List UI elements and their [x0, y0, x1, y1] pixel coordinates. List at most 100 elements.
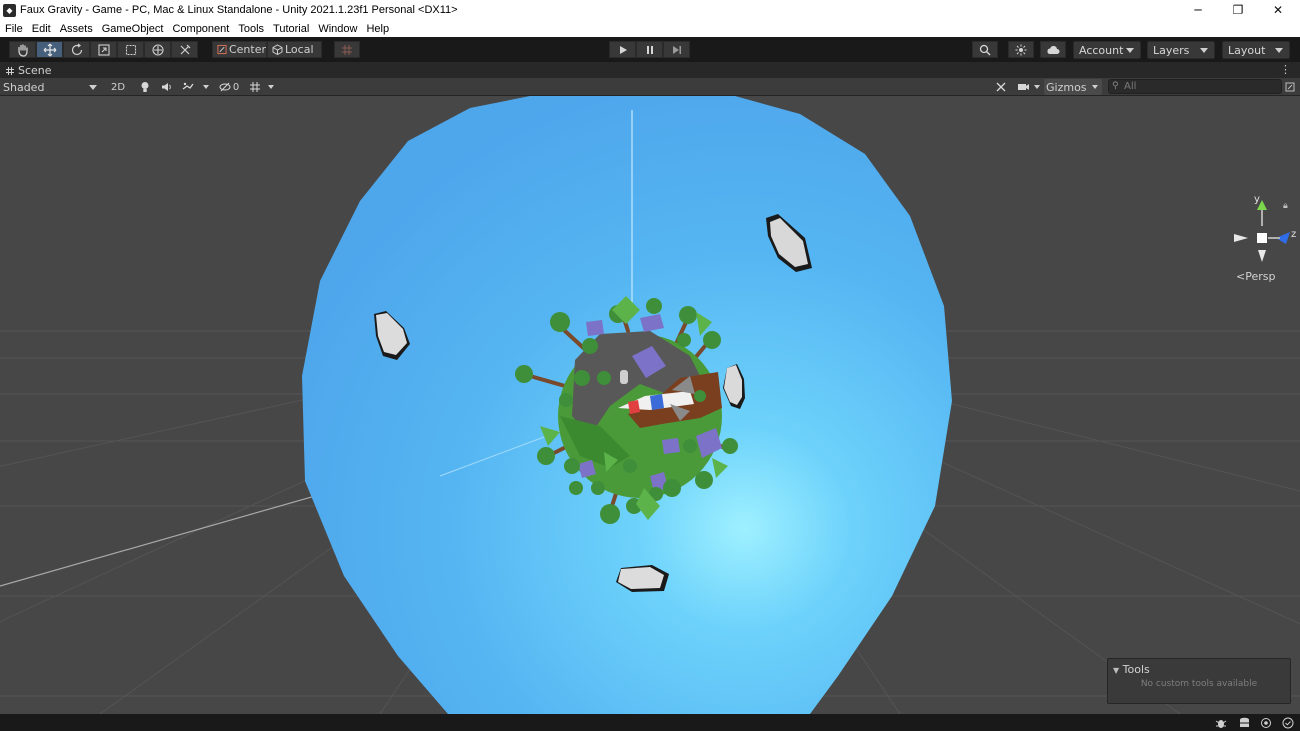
- pivot-rotation-label: Local: [285, 43, 314, 56]
- transform-tools-group: [9, 41, 198, 58]
- scene-search-input[interactable]: ⚲ All: [1108, 79, 1282, 94]
- search-icon: [979, 44, 991, 55]
- menu-window[interactable]: Window: [318, 23, 357, 35]
- search-options-button[interactable]: [1284, 79, 1296, 95]
- pivot-mode-button[interactable]: Center: [212, 41, 267, 58]
- move-icon: [43, 43, 56, 56]
- account-label: Account: [1079, 43, 1124, 57]
- chevron-down-icon: [203, 85, 209, 89]
- step-button[interactable]: [663, 41, 690, 58]
- main-toolbar: Center Local Account Layers Layout: [0, 37, 1300, 62]
- cloud-services-button[interactable]: [1040, 41, 1066, 58]
- grid-dropdown[interactable]: [264, 79, 278, 95]
- scene-viewport[interactable]: y z 🔒︎ <Persp ▼ Tools No custom tools av…: [0, 96, 1300, 714]
- projection-label: Persp: [1245, 270, 1276, 283]
- play-controls: [609, 41, 690, 58]
- effects-dropdown[interactable]: [199, 79, 213, 95]
- menu-help[interactable]: Help: [366, 23, 389, 35]
- tools-overlay-panel: ▼ Tools No custom tools available: [1107, 658, 1291, 704]
- camera-dropdown[interactable]: [1015, 79, 1041, 95]
- scale-tool-button[interactable]: [90, 41, 117, 58]
- grid-snap-button[interactable]: [334, 41, 360, 58]
- scene-grid-icon: [6, 66, 14, 75]
- maximize-button[interactable]: ❐: [1218, 0, 1258, 20]
- y-axis-label: y: [1254, 194, 1260, 205]
- scene-tab[interactable]: Scene: [5, 63, 52, 78]
- minimize-button[interactable]: ─: [1178, 0, 1218, 20]
- menu-assets[interactable]: Assets: [60, 23, 93, 35]
- menu-edit[interactable]: Edit: [32, 23, 51, 35]
- window-title: Faux Gravity - Game - PC, Mac & Linux St…: [20, 4, 458, 16]
- gizmos-dropdown[interactable]: Gizmos: [1044, 79, 1102, 95]
- menu-gameobject[interactable]: GameObject: [102, 23, 164, 35]
- global-search-button[interactable]: [972, 41, 998, 58]
- snap-group: [334, 41, 360, 58]
- audio-toggle[interactable]: [157, 79, 177, 95]
- collab-group: [1008, 41, 1034, 58]
- play-button[interactable]: [609, 41, 636, 58]
- grid-toggle[interactable]: [245, 79, 265, 95]
- collab-button[interactable]: [1008, 41, 1034, 58]
- lightbulb-icon: [141, 82, 149, 92]
- pivot-rotation-button[interactable]: Local: [267, 41, 322, 58]
- layout-label: Layout: [1228, 43, 1266, 57]
- menu-file[interactable]: File: [5, 23, 23, 35]
- tools-overlay-title[interactable]: ▼ Tools: [1113, 663, 1150, 676]
- cloud-group: [1040, 41, 1066, 58]
- move-tool-button[interactable]: [36, 41, 63, 58]
- draw-mode-dropdown[interactable]: Shaded: [0, 79, 102, 95]
- menu-bar: File Edit Assets GameObject Component To…: [0, 20, 1300, 37]
- chevron-down-icon: [89, 85, 97, 90]
- hand-tool-button[interactable]: [9, 41, 36, 58]
- local-cube-icon: [272, 44, 283, 55]
- collab-icon: [1015, 44, 1027, 55]
- rect-tool-button[interactable]: [117, 41, 144, 58]
- projection-toggle[interactable]: <Persp: [1236, 270, 1275, 283]
- bug-glyph-icon: [1215, 719, 1227, 728]
- layers-label: Layers: [1153, 43, 1190, 57]
- scene-tab-strip: Scene ⋮: [0, 62, 1300, 78]
- gizmos-label: Gizmos: [1046, 80, 1087, 94]
- network-icon[interactable]: [1259, 716, 1273, 729]
- chevron-down-icon: [1275, 48, 1283, 53]
- account-dropdown[interactable]: Account: [1073, 41, 1141, 59]
- toggle-2d-button[interactable]: 2D: [107, 79, 129, 95]
- chevron-down-icon: [1200, 48, 1208, 53]
- tools-icon: [996, 82, 1006, 92]
- cog-glyph-icon: [1261, 717, 1271, 728]
- pivot-mode-label: Center: [228, 43, 266, 56]
- bug-icon[interactable]: [1214, 716, 1228, 729]
- menu-component[interactable]: Component: [172, 23, 229, 35]
- menu-tutorial[interactable]: Tutorial: [273, 23, 309, 35]
- auto-generate-lighting-icon[interactable]: [1281, 716, 1295, 729]
- scene-tools-button[interactable]: [991, 79, 1011, 95]
- custom-tool-button[interactable]: [171, 41, 198, 58]
- unity-app-icon: ◆: [3, 3, 16, 17]
- chevron-down-icon: [1126, 48, 1134, 53]
- search-services-group: [972, 41, 998, 58]
- menu-tools[interactable]: Tools: [238, 23, 264, 35]
- rotate-tool-button[interactable]: [63, 41, 90, 58]
- scene-render: [0, 96, 1300, 714]
- z-axis-label: z: [1291, 229, 1297, 240]
- more-options-icon[interactable]: ⋮: [1280, 63, 1291, 76]
- collapse-triangle-icon: ▼: [1113, 666, 1120, 675]
- database-icon[interactable]: [1237, 716, 1251, 729]
- layers-dropdown[interactable]: Layers: [1147, 41, 1215, 59]
- grid-icon: [250, 82, 260, 92]
- scene-view-toolbar: Shaded 2D 0 Gizmos ⚲ All: [0, 78, 1300, 96]
- scene-visibility-toggle[interactable]: 0: [216, 79, 242, 95]
- hand-icon: [17, 43, 28, 57]
- chevron-down-icon: [1092, 85, 1098, 89]
- effects-icon: [182, 82, 194, 90]
- scale-icon: [97, 43, 110, 56]
- lighting-toggle[interactable]: [135, 79, 155, 95]
- transform-tool-button[interactable]: [144, 41, 171, 58]
- lock-icon[interactable]: 🔒︎: [1283, 201, 1288, 211]
- layout-dropdown[interactable]: Layout: [1222, 41, 1290, 59]
- close-button[interactable]: ✕: [1258, 0, 1298, 20]
- stack-glyph-icon: [1239, 717, 1249, 727]
- pause-button[interactable]: [636, 41, 663, 58]
- effects-toggle[interactable]: [179, 79, 197, 95]
- play-icon: [619, 45, 627, 54]
